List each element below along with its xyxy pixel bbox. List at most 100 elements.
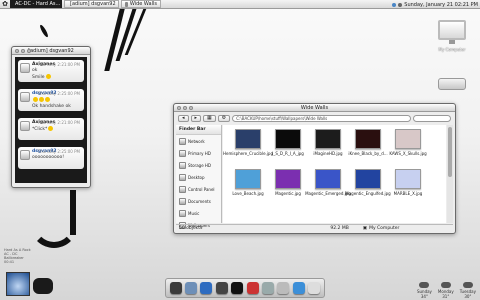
file-item[interactable]: Magentic_Engulfed.jpg [345,169,391,196]
file-name: Hemisphere_Crucible.jpg [223,151,273,156]
file-thumbnail [275,129,301,149]
weather-widget: Sunday 34° Monday 31° Tuesday 30° [417,282,476,299]
control-panel-icon [179,185,186,193]
dock-app-icon[interactable] [169,282,182,294]
file-name: Magentic_Emerged.jpg [305,191,351,196]
wallpaper-swirl [30,200,78,248]
sidebar-item-desktop[interactable]: Desktop [176,171,221,183]
sidebar-header: Finder Bar [176,125,221,135]
dock-app-icon[interactable] [185,282,198,294]
file-thumbnail [395,169,421,189]
file-item[interactable]: Hemisphere_Crucible.jpg [223,129,273,156]
sidebar-item-primary-hd[interactable]: Primary HD [176,147,221,159]
message-text: Smile [32,75,45,80]
file-thumbnail [235,129,261,149]
file-name: I_S_D_R_I_A_jpg [272,151,304,156]
dock-app-icon[interactable] [277,282,290,294]
file-name: Magentic.jpg [275,191,301,196]
file-thumbnail [355,169,381,189]
smiley-icon [39,97,44,102]
message-text: ooooooooooo! [32,155,65,160]
cloud-icon [462,282,473,288]
desktop-icon-drive[interactable] [438,78,466,90]
explorer-toolbar: ◂ ▸ ▦ ⚙ C:\BACKUP\home\stuff\Wallpapers\… [176,113,453,123]
explorer-window: Wide Walls ◂ ▸ ▦ ⚙ C:\BACKUP\home\stuff\… [173,103,456,234]
search-input[interactable] [413,114,451,122]
close-button[interactable] [15,49,19,53]
wallpaper-leaf [38,23,50,39]
desktop-icon-my-computer[interactable]: My Computer [438,20,466,52]
dock-app-icon[interactable] [231,282,244,294]
dock-app-icon[interactable] [308,282,321,294]
chat-message: Axiganes Thursday 2:21:00 PM ok Smile [18,60,84,82]
sidebar-item-control-panel[interactable]: Control Panel [176,183,221,195]
sidebar-item-documents[interactable]: Documents [176,195,221,207]
chat-window: [adium] dsgvan92 Axiganes Thursday 2:21:… [11,46,91,188]
file-item[interactable]: Magentic.jpg [271,169,305,196]
explorer-title: Wide Walls [300,104,329,111]
sidebar-item-music[interactable]: Music [176,207,221,219]
message-time: Thursday 2:25:00 PM [37,91,80,96]
task-button-explorer[interactable]: Wide Walls [121,0,161,8]
back-button[interactable]: ◂ [178,114,189,122]
task-button-music[interactable]: AC-DC - Hard As... [10,0,62,8]
task-button-chat[interactable]: [adium] dsgvan92 [64,0,119,8]
forward-button[interactable]: ▸ [190,114,202,122]
smiley-icon [48,126,54,131]
file-thumbnail [315,169,341,189]
zoom-button[interactable] [27,49,31,53]
media-controls[interactable] [33,278,53,294]
dock-app-icon[interactable] [200,282,213,294]
weather-day: Tuesday 30° [460,282,476,299]
documents-icon [179,197,186,205]
location-label: My Computer [369,226,400,231]
file-item[interactable]: Love_Beach.jpg [231,169,265,196]
file-item[interactable]: Magentic_Emerged.jpg [305,169,351,196]
total-size: 92.2 MB [330,226,349,231]
folder-icon [125,1,128,7]
zoom-button[interactable] [189,106,193,110]
clock[interactable]: Sunday, January 21 02:21 PM [404,2,478,8]
file-item[interactable]: iKnee_Black_by_d... [348,129,388,156]
message-text: ok [32,68,38,73]
minimize-button[interactable] [183,106,187,110]
smiley-icon [33,97,38,102]
weather-day: Monday 31° [438,282,454,299]
file-item[interactable]: MARBLE_X.jpg [391,169,425,196]
sidebar-item-storage-hd[interactable]: Storage HD [176,159,221,171]
file-grid: Hemisphere_Crucible.jpg I_S_D_R_I_A_jpg iM… [223,125,446,223]
minimize-button[interactable] [21,49,25,53]
tray-icon[interactable] [392,2,397,7]
start-button[interactable]: ✿ [0,0,10,9]
file-name: Love_Beach.jpg [232,191,264,196]
file-item[interactable]: iMagineHD.jpg [311,129,345,156]
dock-app-icon[interactable] [246,282,259,294]
chat-transcript[interactable]: Axiganes Thursday 2:21:00 PM ok Smile ds… [15,57,87,183]
cloud-icon [419,282,430,288]
dock [165,278,325,298]
view-button[interactable]: ▦ [203,114,216,122]
message-text: Ok handshake ok [32,104,71,109]
message-time: Thursday 2:21:00 PM [37,120,80,125]
close-button[interactable] [177,106,181,110]
chat-titlebar[interactable]: [adium] dsgvan92 [12,47,90,55]
file-item[interactable]: I_S_D_R_I_A_jpg [271,129,305,156]
avatar [20,121,30,131]
dock-app-icon[interactable] [262,282,275,294]
file-item[interactable]: KAWS_X_Skulls.jpg [389,129,427,156]
dock-app-icon[interactable] [292,282,305,294]
album-art[interactable] [6,272,30,296]
scrollbar-thumb[interactable] [448,127,452,177]
address-bar[interactable]: C:\BACKUP\home\stuff\Wallpapers\Wide Wal… [232,114,411,122]
dock-app-icon[interactable] [215,282,228,294]
message-time: Thursday 2:21:00 PM [37,62,80,67]
vertical-scrollbar[interactable] [447,125,453,223]
tray-icon[interactable] [398,2,403,7]
explorer-titlebar[interactable]: Wide Walls [174,104,455,112]
sidebar-item-network[interactable]: Network [176,135,221,147]
computer-icon [438,20,466,44]
settings-button[interactable]: ⚙ [217,114,231,122]
chat-message: dsgvan92 Thursday 2:25:00 PM Ok handshak… [18,89,84,111]
network-icon [179,137,186,145]
file-thumbnail [395,129,421,149]
